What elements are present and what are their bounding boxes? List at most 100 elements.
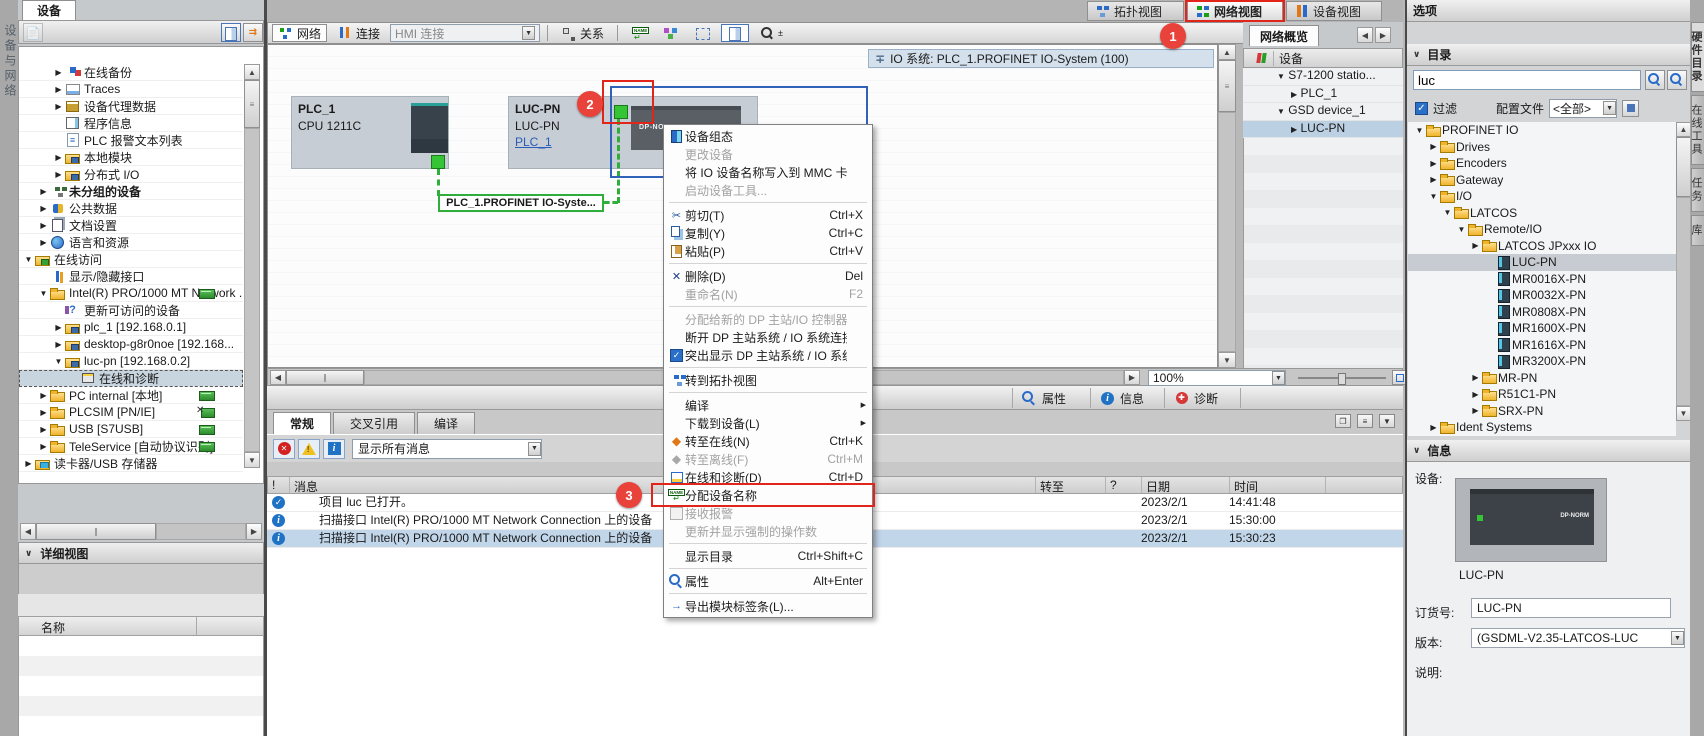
expand-arrow-icon[interactable]: ▶ [38, 204, 49, 213]
catalog-item[interactable]: MR0032X-PN [1408, 287, 1676, 304]
catalog-item[interactable]: ▶ Encoders [1408, 155, 1676, 172]
zoom-button[interactable]: ± [753, 24, 789, 42]
catalog-item[interactable]: MR0016X-PN [1408, 271, 1676, 288]
expand-arrow-icon[interactable]: ▶ [1470, 373, 1481, 382]
overview-row[interactable]: ▼ GSD device_1 [1243, 103, 1403, 121]
tree-item[interactable]: 显示/隐藏接口 [19, 268, 243, 285]
zoom-slider[interactable] [1298, 377, 1386, 379]
catalog-item[interactable]: ▶ LATCOS JPxxx IO [1408, 238, 1676, 255]
message-filter-select[interactable]: 显示所有消息 ▼ [352, 439, 542, 459]
expand-arrow-icon[interactable]: ▶ [53, 340, 64, 349]
sync-icon[interactable]: ⇉ [243, 23, 263, 42]
overview-row[interactable]: ▶ PLC_1 [1243, 86, 1403, 104]
expand-arrow-icon[interactable]: ▶ [53, 170, 64, 179]
tree-item[interactable]: 更新可访问的设备 [19, 302, 243, 319]
context-menu-item[interactable]: 更新并显示强制的操作数 [665, 522, 871, 540]
expand-arrow-icon[interactable]: ▼ [1277, 107, 1285, 116]
menu-icon[interactable]: ≡ [1357, 414, 1373, 428]
info-section-header[interactable]: ∨ 信息 [1407, 440, 1692, 462]
catalog-item[interactable]: ▶ Drives [1408, 139, 1676, 156]
lucpn-profinet-port[interactable] [614, 105, 628, 119]
context-menu-item[interactable]: 将 IO 设备名称写入到 MMC 卡 [665, 163, 871, 181]
errors-filter-icon[interactable] [273, 439, 295, 459]
context-menu-item[interactable]: 删除(D) Del [665, 267, 871, 285]
tree-item[interactable]: ▶ 设备代理数据 [19, 98, 243, 115]
tree-item[interactable]: ▶ desktop-g8r0noe [192.168... [19, 336, 243, 353]
order-number-field[interactable]: LUC-PN [1471, 598, 1671, 618]
context-menu-item[interactable]: 转至在线(N) Ctrl+K [665, 432, 871, 450]
tree-item[interactable]: ▶ plc_1 [192.168.0.1] [19, 319, 243, 336]
tab-network-view[interactable]: 网络视图 [1187, 1, 1283, 21]
inspector-tab[interactable]: 常规 [273, 412, 331, 434]
context-menu-item[interactable]: 突出显示 DP 主站系统 / IO 系统 [665, 346, 871, 364]
info-button[interactable]: 信息 [1090, 388, 1163, 408]
tree-item[interactable]: ▶ 在线备份 [19, 64, 243, 81]
catalog-item[interactable]: MR1600X-PN [1408, 320, 1676, 337]
expand-arrow-icon[interactable]: ▶ [53, 102, 64, 111]
tree-item[interactable]: ▶ PC internal [本地] [19, 387, 243, 404]
expand-arrow-icon[interactable]: ▶ [38, 238, 49, 247]
context-menu-item[interactable]: 重命名(N) F2 [665, 285, 871, 303]
goto-column[interactable]: 转至 [1036, 477, 1106, 493]
network-mode-button[interactable]: 网络 [272, 24, 327, 42]
expand-arrow-icon[interactable]: ▼ [1442, 208, 1453, 217]
tree-item[interactable]: ▶ TeleService [自动协议识别] [19, 438, 243, 455]
highlight-io-button[interactable] [657, 24, 685, 42]
lucpn-controller-link[interactable]: PLC_1 [515, 135, 552, 149]
tree-item[interactable]: ▶ 读卡器/USB 存储器 [19, 455, 243, 472]
context-menu-item[interactable]: 粘贴(P) Ctrl+V [665, 242, 871, 260]
expand-arrow-icon[interactable]: ▶ [23, 459, 34, 468]
catalog-item[interactable]: ▼ I/O [1408, 188, 1676, 205]
profile-select[interactable]: <全部> ▼ [1549, 99, 1617, 118]
expand-arrow-icon[interactable]: ▼ [1456, 225, 1467, 234]
profinet-bus-label[interactable]: PLC_1.PROFINET IO-Syste... [438, 194, 604, 212]
table-view-icon[interactable] [221, 23, 241, 42]
tree-item[interactable]: ▶ Traces [19, 81, 243, 98]
search-up-icon[interactable] [1667, 70, 1687, 90]
show-page-breaks-button[interactable] [689, 24, 717, 42]
expand-arrow-icon[interactable]: ▶ [1428, 159, 1439, 168]
version-dropdown-arrow-icon[interactable]: ▼ [1671, 631, 1684, 645]
filter-checkbox[interactable]: ✓ [1415, 102, 1428, 115]
expand-arrow-icon[interactable]: ▼ [53, 357, 64, 366]
float-window-icon[interactable]: ❐ [1335, 414, 1351, 428]
expand-arrow-icon[interactable]: ▶ [38, 391, 49, 400]
profile-edit-icon[interactable] [1622, 100, 1639, 117]
overview-prev-icon[interactable]: ◀ [1357, 27, 1373, 43]
tree-item[interactable]: 程序信息 [19, 115, 243, 132]
catalog-item[interactable]: ▶ R51C1-PN [1408, 386, 1676, 403]
expand-arrow-icon[interactable]: ▼ [1428, 192, 1439, 201]
device-column-header[interactable]: 设备 [1274, 50, 1303, 67]
expand-arrow-icon[interactable]: ▶ [1470, 406, 1481, 415]
tree-item[interactable]: ▶ 本地模块 [19, 149, 243, 166]
context-menu-item[interactable]: 显示目录 Ctrl+Shift+C [665, 547, 871, 565]
expand-arrow-icon[interactable]: ▶ [38, 187, 49, 196]
overview-next-icon[interactable]: ▶ [1375, 27, 1391, 43]
context-menu-item[interactable]: 编译 [665, 396, 871, 414]
task-card-tab[interactable]: 库 [1691, 215, 1704, 246]
expand-arrow-icon[interactable]: ▶ [38, 425, 49, 434]
catalog-item[interactable]: MR0808X-PN [1408, 304, 1676, 321]
catalog-item[interactable]: MR1616X-PN [1408, 337, 1676, 354]
context-menu-item[interactable]: 更改设备 [665, 145, 871, 163]
catalog-item[interactable]: LUC-PN [1408, 254, 1676, 271]
canvas-vscrollbar[interactable]: ▲ ≡ ▼ [1218, 44, 1236, 368]
overview-row[interactable]: ▼ S7-1200 statio... [1243, 68, 1403, 86]
expand-arrow-icon[interactable]: ▶ [1428, 142, 1439, 151]
version-select[interactable]: (GSDML-V2.35-LATCOS-LUC ▼ [1471, 628, 1685, 648]
tree-item[interactable]: ▶ 分布式 I/O [19, 166, 243, 183]
tree-item[interactable]: ▼ 在线访问 [19, 251, 243, 268]
tree-item[interactable]: ▶ 未分组的设备 [19, 183, 243, 200]
context-menu-item[interactable]: 分配设备名称 [665, 486, 871, 504]
project-tree-hscrollbar[interactable]: ◀ ∥ ▶ [20, 523, 262, 540]
relations-button[interactable]: 关系 [555, 24, 610, 42]
expand-arrow-icon[interactable]: ▶ [38, 442, 49, 451]
info-filter-icon[interactable] [323, 439, 345, 459]
context-menu-item[interactable]: 断开 DP 主站系统 / IO 系统连接 [665, 328, 871, 346]
expand-arrow-icon[interactable]: ▶ [38, 408, 49, 417]
catalog-section-header[interactable]: ∨ 目录 [1407, 44, 1692, 66]
expand-arrow-icon[interactable]: ▼ [38, 289, 49, 298]
tree-item[interactable]: ▶ 文档设置 [19, 217, 243, 234]
expand-arrow-icon[interactable]: ▶ [1470, 241, 1481, 250]
help-column[interactable]: ? [1106, 477, 1142, 493]
